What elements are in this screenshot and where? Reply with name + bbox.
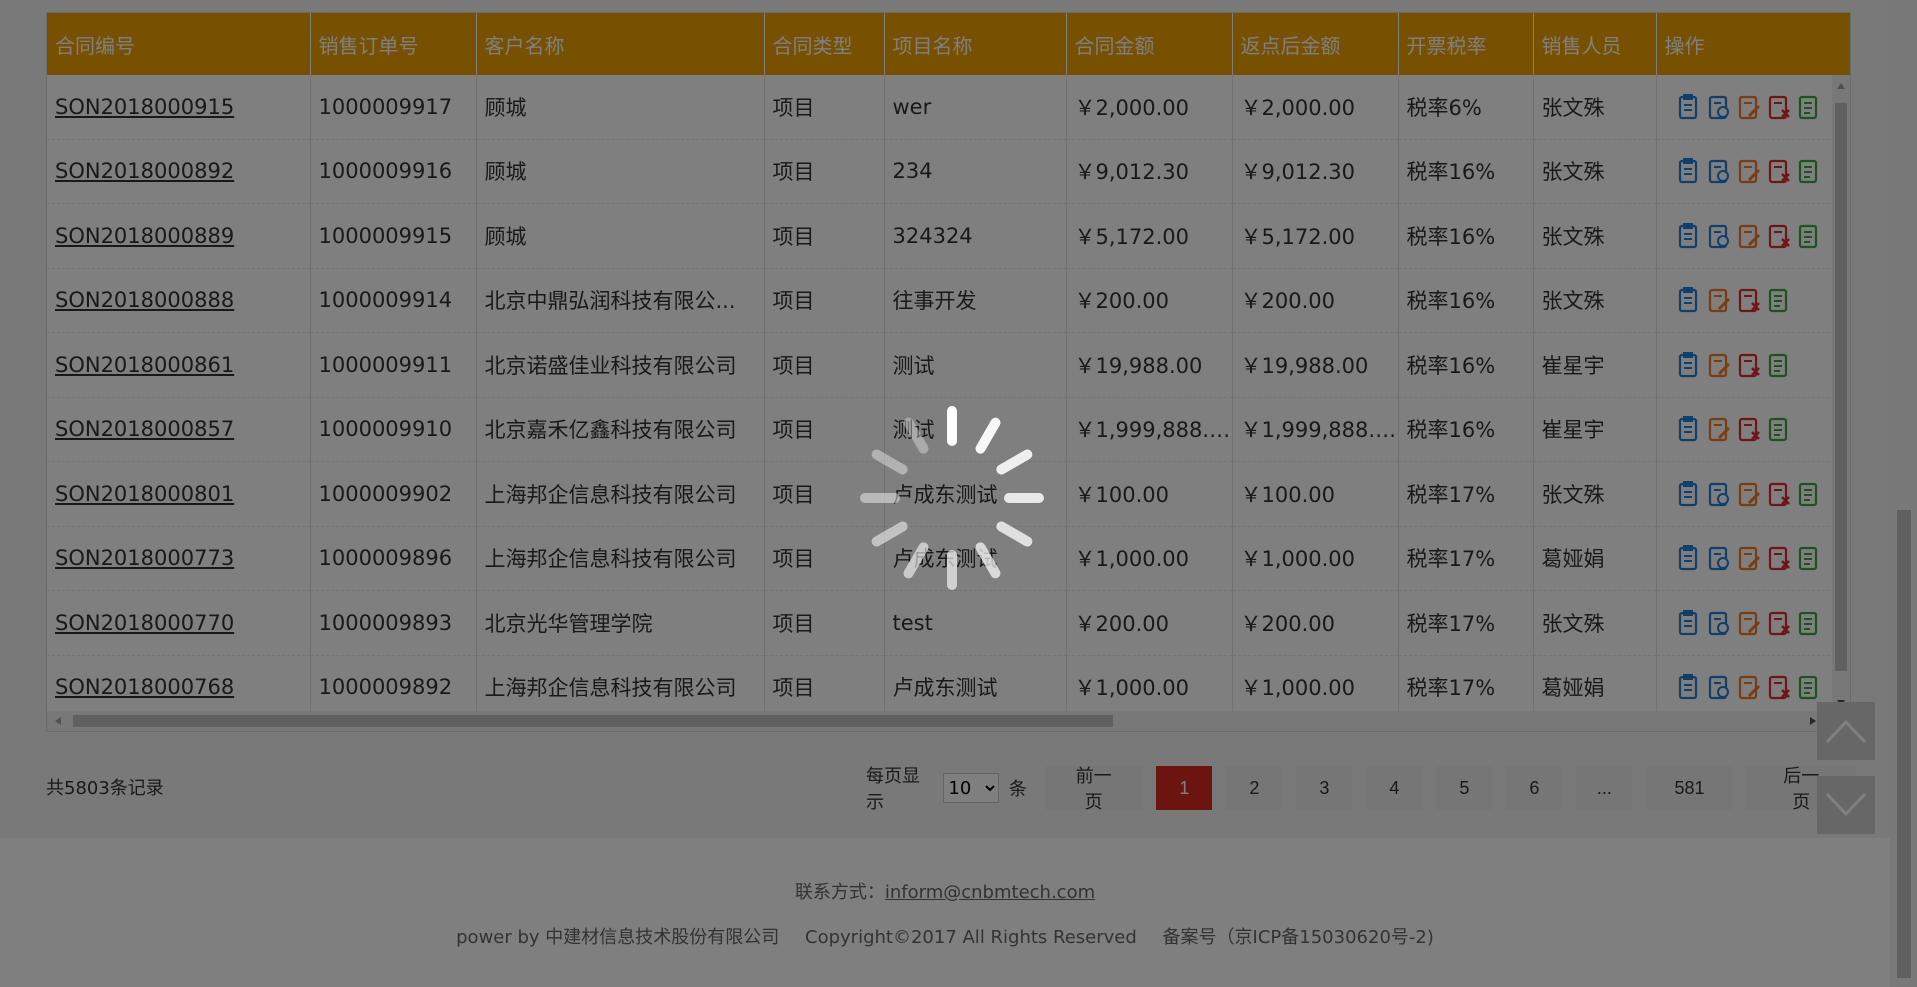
loading-overlay (0, 0, 1917, 987)
spinner-bar (901, 415, 931, 456)
spinner-bar (947, 550, 957, 590)
spinner-bar (973, 415, 1003, 456)
spinner-bar (869, 447, 910, 477)
spinner-bar (973, 540, 1003, 581)
spinner-bar (869, 519, 910, 549)
spinner-bar (994, 447, 1035, 477)
spinner-bar (860, 493, 900, 503)
contract-list-page: 合同编号销售订单号客户名称合同类型项目名称合同金额返点后金额开票税率销售人员操作… (0, 0, 1917, 987)
spinner-bar (1004, 493, 1044, 503)
spinner-bar (947, 406, 957, 446)
spinner-bar (994, 519, 1035, 549)
spinner-bar (901, 540, 931, 581)
